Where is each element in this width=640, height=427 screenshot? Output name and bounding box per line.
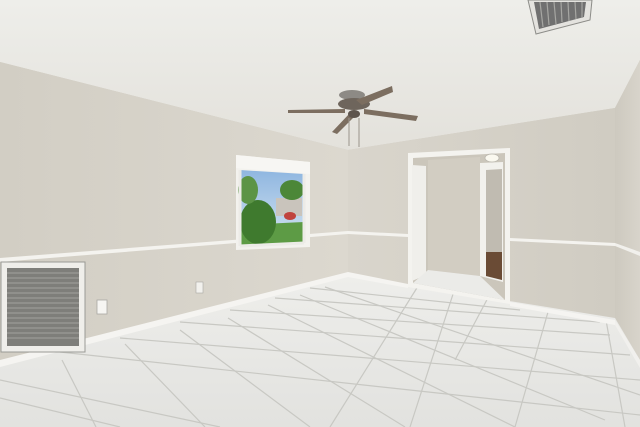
outlet-icon <box>96 299 108 315</box>
doorway <box>408 148 510 304</box>
light-fixture-icon <box>484 153 500 163</box>
outlet-icon <box>195 281 204 294</box>
hallway-door <box>412 165 426 281</box>
window <box>236 155 310 250</box>
wall-vent-icon <box>0 261 86 353</box>
empty-room-photo <box>0 0 640 427</box>
